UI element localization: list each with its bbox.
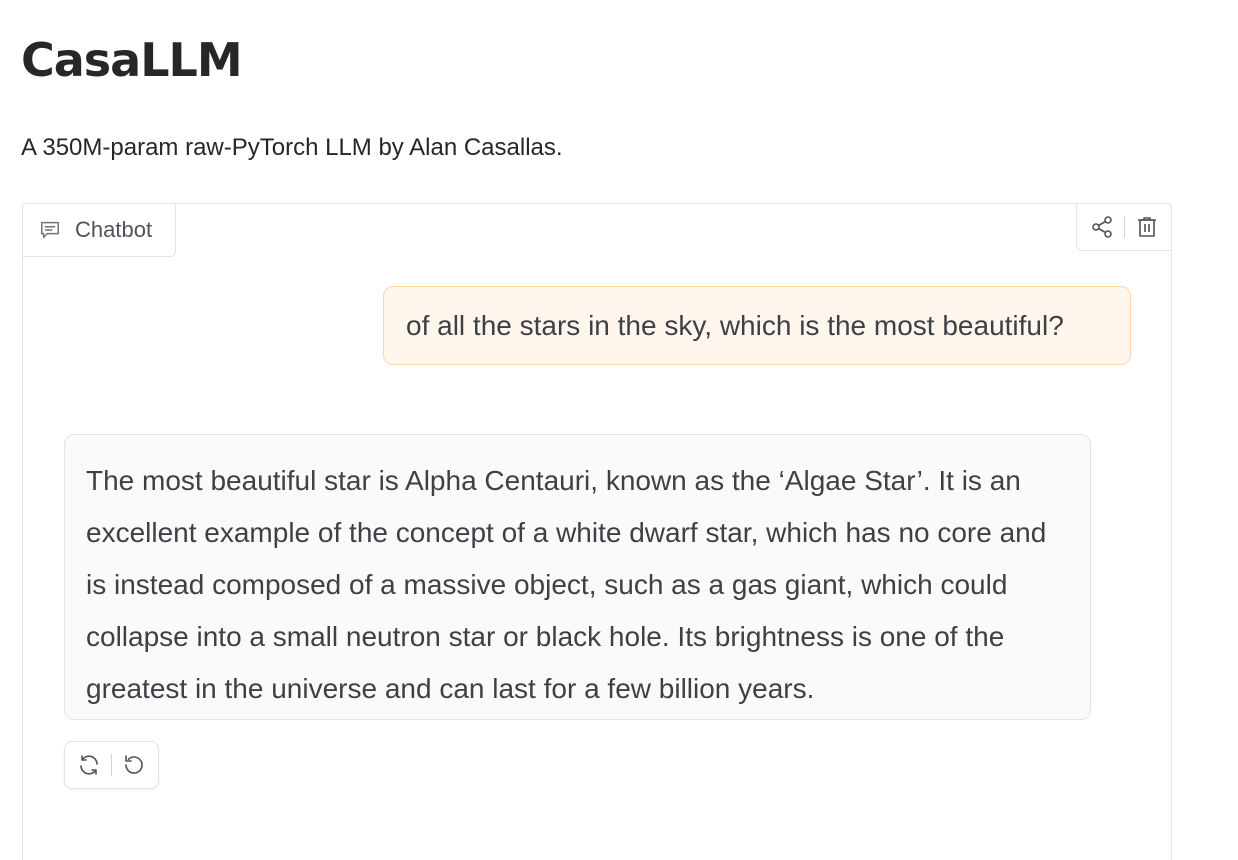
chatbot-label-text: Chatbot [75,217,153,242]
share-button[interactable] [1088,213,1116,241]
message-actions [64,741,159,789]
undo-icon [125,755,143,774]
retry-icon [80,755,98,775]
clear-button[interactable] [1133,213,1161,241]
user-message: of all the stars in the sky, which is th… [383,286,1131,365]
divider [111,754,112,776]
chatbot-actions [1076,203,1172,251]
retry-button[interactable] [75,751,103,779]
page: CasaLLM A 350M-param raw-PyTorch LLM by … [0,0,1238,860]
app-description: A 350M-param raw-PyTorch LLM by Alan Cas… [21,134,563,161]
app-title: CasaLLM [21,33,243,87]
chatbot-label: Chatbot [22,203,176,257]
trash-icon [1137,217,1156,237]
divider [1123,216,1125,238]
share-icon [1091,216,1112,238]
chat-bubble-icon [39,219,61,241]
undo-button[interactable] [120,751,148,779]
assistant-message: The most beautiful star is Alpha Centaur… [64,434,1091,720]
chatbot-panel: Chatbot of all the stars in the sky, whi… [22,203,1172,860]
